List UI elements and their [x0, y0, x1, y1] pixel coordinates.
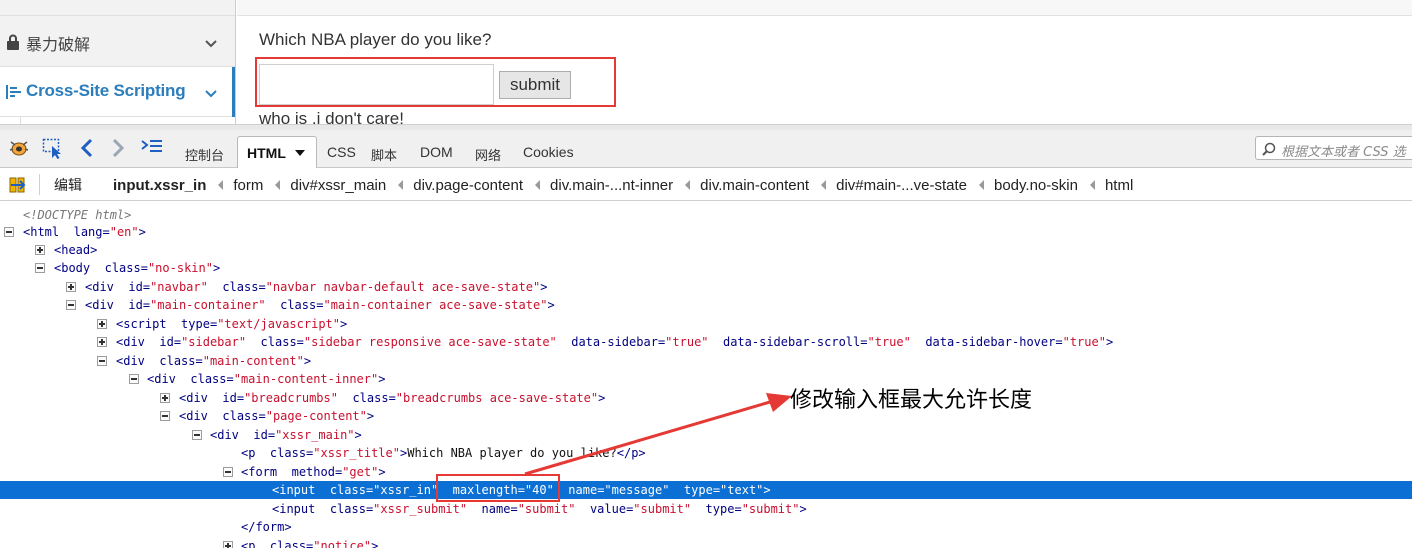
breadcrumb-item[interactable]: form — [233, 177, 263, 194]
collapse-toggle-icon[interactable] — [97, 356, 107, 366]
breadcrumb-item[interactable]: div.main-content — [700, 177, 809, 194]
chevron-left-icon — [398, 180, 404, 190]
sidebar-item-brute-force[interactable]: 暴力破解 — [0, 17, 235, 67]
forward-icon[interactable] — [111, 138, 125, 160]
html-tree-panel: <!DOCTYPE html> <html lang="en"> <head> … — [0, 201, 1412, 548]
collapse-toggle-icon[interactable] — [223, 467, 233, 477]
back-icon[interactable] — [80, 138, 94, 160]
breadcrumb-item[interactable]: div#main-...ve-state — [836, 177, 967, 194]
tree-row-sidebar[interactable]: <div id="sidebar" class="sidebar respons… — [0, 333, 1412, 351]
sidebar-item-xss[interactable]: Cross-Site Scripting — [0, 67, 235, 117]
tree-row-body[interactable]: <body class="no-skin"> — [0, 259, 1412, 277]
lock-icon — [6, 34, 20, 54]
tree-row-script[interactable]: <script type="text/javascript"> — [0, 315, 1412, 333]
web-page-viewport: 暴力破解 Cross-Site Scripting Which NBA play… — [0, 0, 1412, 128]
chevron-left-icon — [979, 180, 984, 190]
collapse-toggle-icon[interactable] — [35, 263, 45, 273]
breadcrumb-item[interactable]: input.xssr_in — [113, 177, 206, 194]
chevron-left-icon — [821, 180, 827, 190]
divider — [39, 174, 40, 195]
tree-row-main-container[interactable]: <div id="main-container" class="main-con… — [0, 296, 1412, 314]
breadcrumb-item[interactable]: html — [1105, 177, 1133, 194]
edit-button[interactable]: 编辑 — [54, 175, 82, 195]
tree-row-input-submit[interactable]: <input class="xssr_submit" name="submit"… — [0, 500, 1412, 518]
tab-script[interactable]: 脚本 — [371, 145, 397, 164]
collapse-toggle-icon[interactable] — [160, 411, 170, 421]
chevron-left-icon — [535, 180, 541, 190]
tree-row-form[interactable]: <form method="get"> — [0, 463, 1412, 481]
command-line-icon[interactable] — [141, 138, 163, 160]
submit-button[interactable]: submit — [499, 71, 571, 99]
tree-row-p-notice[interactable]: <p class="notice"> — [0, 537, 1412, 548]
search-icon — [1262, 141, 1276, 160]
dropdown-arrow-icon[interactable] — [295, 150, 305, 156]
annotation-text: 修改输入框最大允许长度 — [790, 388, 1033, 413]
expand-toggle-icon[interactable] — [97, 319, 107, 329]
tab-html[interactable]: HTML — [237, 136, 317, 169]
chevron-left-icon — [1089, 180, 1095, 190]
breadcrumb-item[interactable]: div#xssr_main — [290, 177, 386, 194]
firebug-icon[interactable] — [8, 138, 30, 160]
tree-row-page-content[interactable]: <div class="page-content"> — [0, 407, 1412, 425]
tree-row-doctype[interactable]: <!DOCTYPE html> — [0, 206, 1412, 224]
tree-row-xssr-main[interactable]: <div id="xssr_main"> — [0, 426, 1412, 444]
tab-net[interactable]: 网络 — [475, 145, 501, 164]
tab-html-label: HTML — [247, 145, 286, 161]
expand-toggle-icon[interactable] — [223, 541, 233, 548]
doctype-text: <!DOCTYPE html> — [23, 208, 132, 222]
tab-cookies[interactable]: Cookies — [523, 144, 574, 160]
devtools-toolbar: 控制台 HTML CSS 脚本 DOM 网络 Cookies 根据文本或者 CS… — [0, 130, 1412, 169]
html-breadcrumb-bar: 编辑 input.xssr_in form div#xssr_main div.… — [0, 168, 1412, 201]
collapse-toggle-icon[interactable] — [66, 300, 76, 310]
breadcrumb-item[interactable]: div.main-...nt-inner — [550, 177, 673, 194]
tree-row-main-content-inner[interactable]: <div class="main-content-inner"> — [0, 370, 1412, 388]
collapse-toggle-icon[interactable] — [129, 374, 139, 384]
chevron-left-icon — [275, 180, 281, 190]
breadcrumbs-strip — [237, 0, 1412, 16]
list-icon — [6, 84, 22, 104]
sidebar-item-label: Cross-Site Scripting — [26, 81, 186, 100]
message-input[interactable] — [259, 64, 494, 105]
sidebar-item-label: 暴力破解 — [26, 35, 91, 54]
collapse-toggle-icon[interactable] — [4, 227, 14, 237]
chevron-down-icon[interactable] — [204, 34, 218, 53]
expand-toggle-icon[interactable] — [66, 282, 76, 292]
tree-row-form-close[interactable]: </form> — [0, 518, 1412, 536]
inspect-element-icon[interactable] — [42, 138, 64, 160]
tab-console[interactable]: 控制台 — [185, 145, 224, 164]
expand-toggle-icon[interactable] — [97, 337, 107, 347]
active-indicator — [232, 67, 235, 117]
tree-row-navbar[interactable]: <div id="navbar" class="navbar navbar-de… — [0, 278, 1412, 296]
expand-toggle-icon[interactable] — [35, 245, 45, 255]
tree-row-main-content[interactable]: <div class="main-content"> — [0, 352, 1412, 370]
tree-row-p-title[interactable]: <p class="xssr_title">Which NBA player d… — [0, 444, 1412, 462]
chevron-left-icon — [218, 180, 224, 190]
expand-toggle-icon[interactable] — [160, 393, 170, 403]
tree-row-head[interactable]: <head> — [0, 241, 1412, 259]
search-placeholder: 根据文本或者 CSS 选 — [1281, 145, 1406, 160]
breadcrumb-item[interactable]: body.no-skin — [994, 177, 1078, 194]
devtools-search[interactable]: 根据文本或者 CSS 选 — [1255, 136, 1412, 160]
chevron-left-icon — [685, 180, 691, 190]
sidebar-top-strip — [0, 0, 235, 16]
tab-dom[interactable]: DOM — [420, 144, 453, 160]
tab-css[interactable]: CSS — [327, 144, 356, 160]
sidebar: 暴力破解 Cross-Site Scripting — [0, 0, 236, 126]
pencil-icon[interactable] — [9, 176, 27, 198]
xss-title: Which NBA player do you like? — [259, 30, 492, 49]
collapse-toggle-icon[interactable] — [192, 430, 202, 440]
breadcrumb: input.xssr_in form div#xssr_main div.pag… — [113, 174, 1133, 196]
breadcrumb-item[interactable]: div.page-content — [413, 177, 523, 194]
tree-row-html[interactable]: <html lang="en"> — [0, 223, 1412, 241]
tree-row-input-text-selected[interactable]: <input class="xssr_in" maxlength="40" na… — [0, 481, 1412, 499]
tree-row-breadcrumbs[interactable]: <div id="breadcrumbs" class="breadcrumbs… — [0, 389, 1412, 407]
chevron-down-icon[interactable] — [204, 84, 218, 103]
